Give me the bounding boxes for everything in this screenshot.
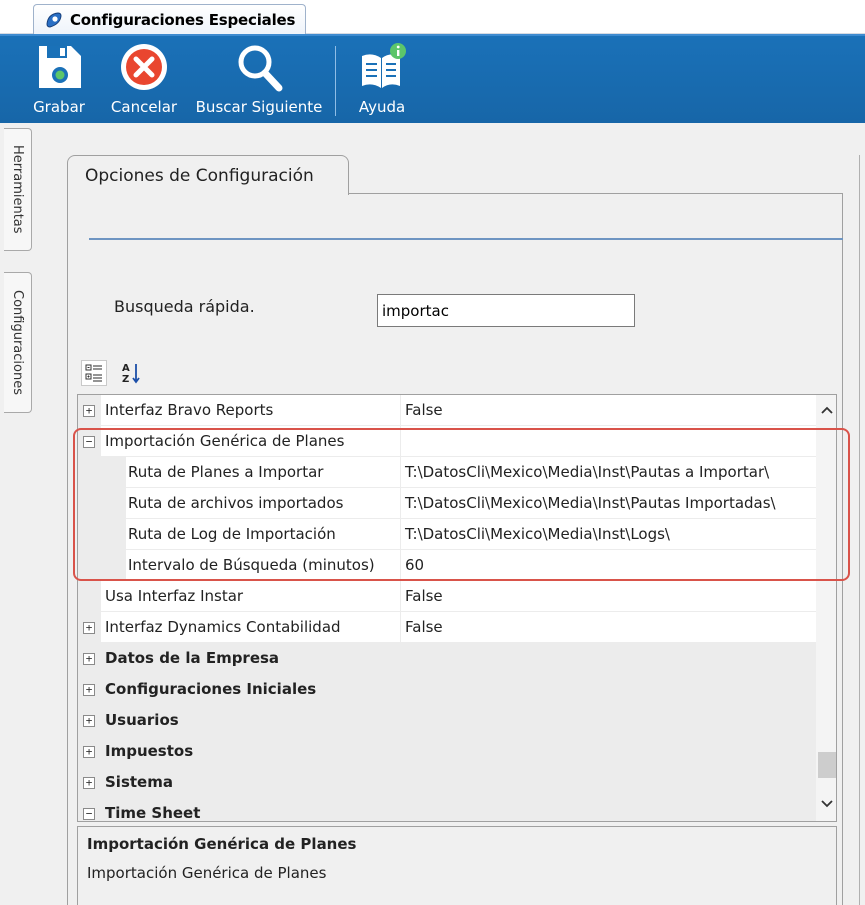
document-tab-bar: Configuraciones Especiales	[0, 0, 865, 35]
expand-plus-icon[interactable]: +	[83, 405, 95, 417]
grid-row-name: Ruta de Planes a Importar	[128, 463, 324, 481]
alphabetical-sort-button[interactable]: A Z	[119, 360, 145, 386]
app-logo-icon	[46, 12, 62, 28]
grid-vertical-scrollbar[interactable]	[816, 395, 836, 821]
find-next-button-label: Buscar Siguiente	[195, 98, 323, 116]
description-text: Importación Genérica de Planes	[87, 864, 327, 882]
scroll-up-button[interactable]	[816, 397, 836, 423]
panel-tab-label: Opciones de Configuración	[85, 166, 314, 186]
description-title: Importación Genérica de Planes	[87, 835, 357, 853]
svg-text:A: A	[122, 363, 130, 374]
grid-category-name: Usuarios	[105, 711, 179, 729]
help-book-icon	[362, 43, 406, 88]
side-tab-tools[interactable]: Herramientas	[4, 128, 32, 251]
grid-row-name: Usa Interfaz Instar	[105, 587, 244, 605]
grid-row-name: Ruta de archivos importados	[128, 494, 344, 512]
grid-row-import-log-path[interactable]: Ruta de Log de Importación T:\DatosCli\M…	[78, 519, 816, 550]
collapse-minus-icon[interactable]: −	[83, 436, 95, 448]
grid-row-value[interactable]: False	[400, 612, 816, 642]
expand-plus-icon[interactable]: +	[83, 715, 95, 727]
save-button[interactable]: Grabar	[30, 42, 88, 122]
grid-row-name: Ruta de Log de Importación	[128, 525, 336, 543]
grid-row-import-plans-path[interactable]: Ruta de Planes a Importar T:\DatosCli\Me…	[78, 457, 816, 488]
document-tab[interactable]: Configuraciones Especiales	[33, 4, 306, 35]
grid-row-value[interactable]: 60	[400, 550, 816, 580]
grid-row-name: Intervalo de Búsqueda (minutos)	[128, 556, 375, 574]
grid-row-value[interactable]	[400, 426, 816, 456]
grid-category-time-sheet[interactable]: − Time Sheet	[78, 798, 816, 822]
grid-row-bravo-reports[interactable]: + Interfaz Bravo Reports False	[78, 395, 816, 426]
grid-category-system[interactable]: + Sistema	[78, 767, 816, 798]
cancel-button-label: Cancelar	[110, 98, 178, 116]
document-tab-title: Configuraciones Especiales	[70, 11, 296, 29]
property-description-panel: Importación Genérica de Planes Importaci…	[77, 826, 837, 905]
expand-plus-icon[interactable]: +	[83, 684, 95, 696]
grid-row-search-interval[interactable]: Intervalo de Búsqueda (minutos) 60	[78, 550, 816, 581]
toolbar-separator	[335, 46, 336, 116]
chevron-down-icon	[820, 800, 833, 808]
cancel-button[interactable]: Cancelar	[107, 42, 181, 122]
grid-category-taxes[interactable]: + Impuestos	[78, 736, 816, 767]
magnifier-icon	[238, 45, 283, 92]
expand-plus-icon[interactable]: +	[83, 746, 95, 758]
grid-row-name: Interfaz Bravo Reports	[105, 401, 274, 419]
expand-plus-icon[interactable]: +	[83, 777, 95, 789]
grid-row-value[interactable]: T:\DatosCli\Mexico\Media\Inst\Logs\	[400, 519, 816, 549]
grid-category-name: Time Sheet	[105, 804, 201, 822]
grid-category-name: Sistema	[105, 773, 173, 791]
scroll-thumb[interactable]	[818, 752, 836, 778]
chevron-up-icon	[820, 406, 833, 414]
grid-category-name: Datos de la Empresa	[105, 649, 280, 667]
cancel-circle-icon	[121, 44, 167, 90]
scroll-down-button[interactable]	[816, 791, 836, 817]
categorized-view-button[interactable]	[81, 360, 107, 386]
grid-row-value[interactable]: T:\DatosCli\Mexico\Media\Inst\Pautas Imp…	[400, 488, 816, 518]
grid-category-users[interactable]: + Usuarios	[78, 705, 816, 736]
grid-category-company-data[interactable]: + Datos de la Empresa	[78, 643, 816, 674]
tab-configuration-options[interactable]: Opciones de Configuración	[67, 155, 349, 195]
grid-row-value[interactable]: False	[400, 581, 816, 611]
property-grid: + Interfaz Bravo Reports False − Importa…	[77, 394, 837, 822]
help-button-label: Ayuda	[358, 98, 406, 116]
save-button-label: Grabar	[33, 98, 85, 116]
grid-category-initial-settings[interactable]: + Configuraciones Iniciales	[78, 674, 816, 705]
main-toolbar: Grabar Cancelar Buscar Siguiente Ayuda	[0, 34, 865, 123]
quick-search-label: Busqueda rápida.	[114, 297, 255, 316]
grid-row-value[interactable]: False	[400, 395, 816, 425]
panel-divider	[89, 238, 843, 240]
quick-search-input[interactable]	[377, 294, 635, 327]
sort-az-icon: A Z	[122, 363, 140, 385]
expand-plus-icon[interactable]: +	[83, 653, 95, 665]
grid-row-value[interactable]: T:\DatosCli\Mexico\Media\Inst\Pautas a I…	[400, 457, 816, 487]
side-tab-tools-label: Herramientas	[10, 145, 25, 234]
categorized-list-icon	[85, 364, 102, 382]
collapse-minus-icon[interactable]: −	[83, 808, 95, 820]
find-next-button[interactable]: Buscar Siguiente	[193, 42, 325, 122]
property-grid-toolbar: A Z	[77, 356, 837, 392]
svg-text:Z: Z	[122, 374, 129, 385]
help-button[interactable]: Ayuda	[352, 42, 412, 122]
grid-row-dynamics-accounting[interactable]: + Interfaz Dynamics Contabilidad False	[78, 612, 816, 643]
grid-row-generic-import[interactable]: − Importación Genérica de Planes	[78, 426, 816, 457]
expand-plus-icon[interactable]: +	[83, 622, 95, 634]
side-tab-settings-label: Configuraciones	[10, 290, 25, 395]
floppy-disk-icon	[39, 46, 81, 88]
side-tab-settings[interactable]: Configuraciones	[4, 272, 32, 413]
grid-category-name: Impuestos	[105, 742, 194, 760]
panel-right-border	[859, 155, 860, 905]
grid-category-name: Configuraciones Iniciales	[105, 680, 317, 698]
grid-row-imported-files-path[interactable]: Ruta de archivos importados T:\DatosCli\…	[78, 488, 816, 519]
grid-row-instar-interface[interactable]: Usa Interfaz Instar False	[78, 581, 816, 612]
grid-row-name: Interfaz Dynamics Contabilidad	[105, 618, 341, 636]
grid-row-name: Importación Genérica de Planes	[105, 432, 345, 450]
